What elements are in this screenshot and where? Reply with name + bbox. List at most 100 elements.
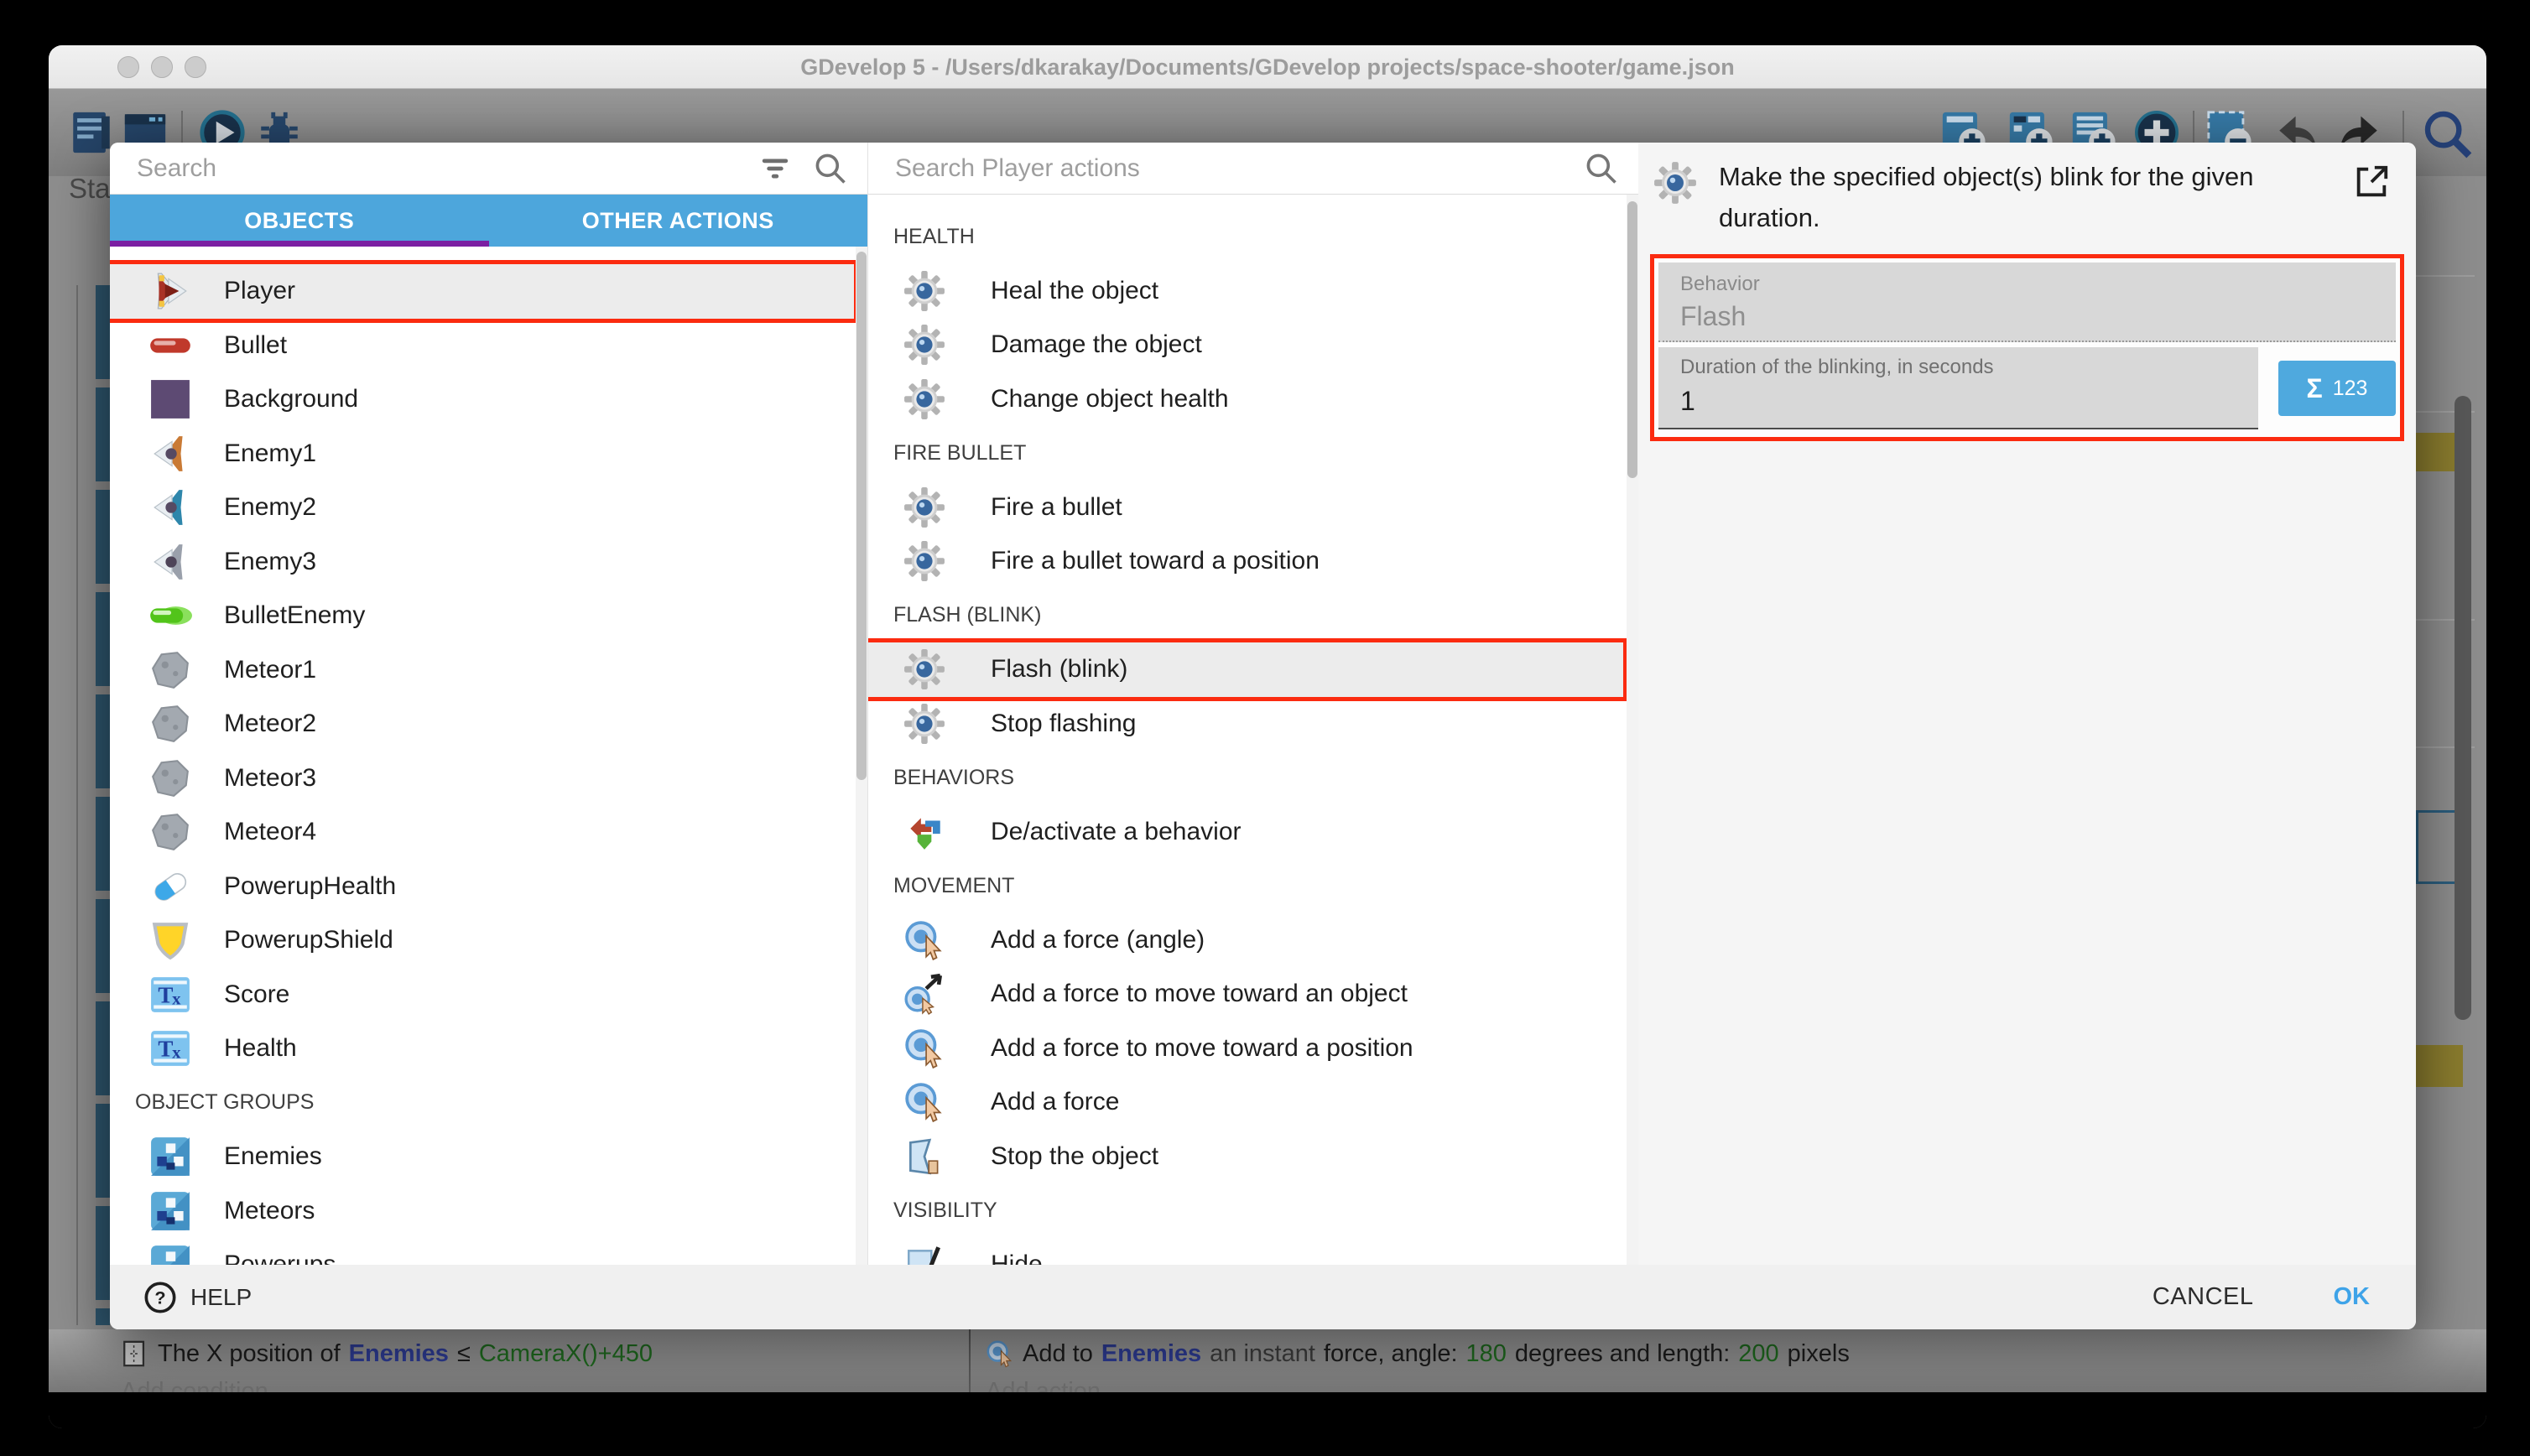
actions-scrollbar-thumb[interactable] — [1627, 201, 1637, 478]
object-label: PowerupShield — [224, 926, 393, 954]
objects-scrollbar — [856, 247, 867, 1265]
object-row-poweruphealth[interactable]: PowerupHealth — [110, 860, 854, 914]
cancel-button[interactable]: CANCEL — [2153, 1283, 2254, 1311]
events-sheet-strip: The X position of Enemies ≤ CameraX()+45… — [49, 1329, 2486, 1392]
sigma-icon: Σ — [2307, 373, 2323, 404]
events-indent-line — [76, 285, 78, 1325]
action-row-add-force[interactable]: Add a force — [868, 1075, 1623, 1130]
action-label: Hide — [991, 1251, 1043, 1265]
action-row-add-force-angle[interactable]: Add a force (angle) — [868, 913, 1623, 968]
group-label: Enemies — [224, 1142, 322, 1171]
section-header-visibility: VISIBILITY — [868, 1183, 1638, 1238]
objects-search-input[interactable] — [110, 154, 757, 183]
window-bottom-area — [49, 1392, 2486, 1428]
action-label: Add a force — [991, 1088, 1119, 1116]
action-label: Heal the object — [991, 277, 1158, 305]
force-icon — [902, 919, 947, 961]
gear-icon — [902, 540, 947, 582]
group-row-powerups[interactable]: Powerups — [110, 1238, 854, 1265]
expression-editor-button[interactable]: Σ 123 — [2278, 361, 2396, 416]
object-row-health[interactable]: Tx Health — [110, 1022, 854, 1076]
object-row-powerupshield[interactable]: PowerupShield — [110, 913, 854, 968]
tab-objects[interactable]: OBJECTS — [110, 195, 489, 247]
action-row-heal[interactable]: Heal the object — [868, 264, 1623, 319]
objects-scrollbar-thumb[interactable] — [856, 252, 867, 780]
action-row[interactable]: Add to Enemies an instant force, angle: … — [986, 1339, 1850, 1368]
behavior-field-label: Behavior — [1680, 273, 2396, 296]
group-label: Powerups — [224, 1251, 336, 1265]
action-row-hide[interactable]: Hide — [868, 1238, 1623, 1266]
condition-checkbox-icon[interactable] — [121, 1339, 149, 1368]
action-label: Fire a bullet — [991, 493, 1122, 522]
condition-operator: ≤ — [457, 1340, 471, 1368]
action-label: Change object health — [991, 385, 1229, 413]
action-row-fire-bullet[interactable]: Fire a bullet — [868, 481, 1623, 535]
action-row-deactivate-behavior[interactable]: De/activate a behavior — [868, 805, 1623, 860]
action-row-force-toward-object[interactable]: Add a force to move toward an object — [868, 967, 1623, 1022]
action-row-force-toward-position[interactable]: Add a force to move toward a position — [868, 1022, 1623, 1076]
object-label: Background — [224, 385, 358, 413]
object-row-background[interactable]: Background — [110, 372, 854, 427]
tab-other-actions[interactable]: OTHER ACTIONS — [489, 195, 868, 247]
action-label: Add a force to move toward a position — [991, 1034, 1413, 1063]
stop-object-icon — [902, 1136, 947, 1178]
action-row-stop-flashing[interactable]: Stop flashing — [868, 697, 1623, 751]
action-row-damage[interactable]: Damage the object — [868, 318, 1623, 372]
condition-row[interactable]: The X position of Enemies ≤ CameraX()+45… — [121, 1339, 653, 1368]
project-manager-icon[interactable] — [67, 107, 116, 158]
gear-icon — [902, 270, 947, 312]
add-action-link[interactable]: Add action — [986, 1378, 1101, 1392]
ok-button[interactable]: OK — [2334, 1283, 2371, 1311]
object-label: Meteor2 — [224, 710, 316, 738]
object-row-meteor4[interactable]: Meteor4 — [110, 805, 854, 860]
action-row-flash-blink[interactable]: Flash (blink) — [868, 642, 1623, 697]
search-events-icon[interactable] — [2421, 107, 2475, 161]
gear-icon — [902, 378, 947, 420]
force-toward-object-icon — [902, 973, 947, 1015]
object-label: Player — [224, 277, 295, 305]
object-row-meteor2[interactable]: Meteor2 — [110, 697, 854, 751]
search-icon — [812, 150, 849, 187]
object-row-score[interactable]: Tx Score — [110, 968, 854, 1022]
action-row-change-health[interactable]: Change object health — [868, 372, 1623, 427]
pill-icon — [148, 866, 192, 907]
events-scrollbar-thumb[interactable] — [2455, 396, 2471, 1020]
action-text: degrees and length: — [1515, 1340, 1730, 1368]
action-row-fire-bullet-position[interactable]: Fire a bullet toward a position — [868, 534, 1623, 589]
action-text: Add to — [1023, 1340, 1093, 1368]
gear-icon — [1653, 161, 1697, 205]
parameters-highlight-box: Behavior Flash Duration of the blinking,… — [1650, 254, 2404, 441]
object-row-enemy2[interactable]: Enemy2 — [110, 481, 854, 535]
object-label: Bullet — [224, 331, 287, 360]
svg-text:?: ? — [154, 1287, 165, 1308]
help-button[interactable]: ? HELP — [143, 1281, 252, 1314]
actions-search-input[interactable] — [868, 154, 1583, 183]
duration-field[interactable]: Duration of the blinking, in seconds 1 — [1658, 347, 2258, 429]
object-row-bullet[interactable]: Bullet — [110, 319, 854, 373]
object-row-meteor1[interactable]: Meteor1 — [110, 643, 854, 698]
search-icon — [1583, 150, 1620, 187]
object-row-bulletenemy[interactable]: BulletEnemy — [110, 589, 854, 643]
object-label: PowerupHealth — [224, 872, 396, 901]
group-row-meteors[interactable]: Meteors — [110, 1184, 854, 1239]
object-row-enemy1[interactable]: Enemy1 — [110, 427, 854, 481]
condition-text: The X position of — [158, 1340, 341, 1368]
add-condition-link[interactable]: Add condition — [121, 1378, 268, 1392]
group-row-enemies[interactable]: Enemies — [110, 1130, 854, 1184]
filter-icon[interactable] — [757, 150, 794, 187]
action-row-stop-object[interactable]: Stop the object — [868, 1130, 1623, 1184]
meteor-icon — [148, 757, 192, 799]
object-row-player[interactable]: Player — [110, 264, 854, 319]
player-ship-icon — [148, 270, 192, 312]
object-row-enemy3[interactable]: Enemy3 — [110, 535, 854, 590]
object-label: Meteor1 — [224, 656, 316, 684]
action-text: an instant — [1210, 1340, 1315, 1368]
object-group-icon — [148, 1190, 192, 1232]
actions-scrollbar — [1627, 195, 1638, 1265]
titlebar: GDevelop 5 - /Users/dkarakay/Documents/G… — [49, 45, 2486, 89]
section-header-health: HEALTH — [868, 210, 1638, 264]
purple-square-icon — [148, 378, 192, 420]
open-in-new-icon[interactable] — [2352, 163, 2391, 201]
object-row-meteor3[interactable]: Meteor3 — [110, 751, 854, 806]
behavior-field[interactable]: Behavior Flash — [1658, 263, 2396, 342]
